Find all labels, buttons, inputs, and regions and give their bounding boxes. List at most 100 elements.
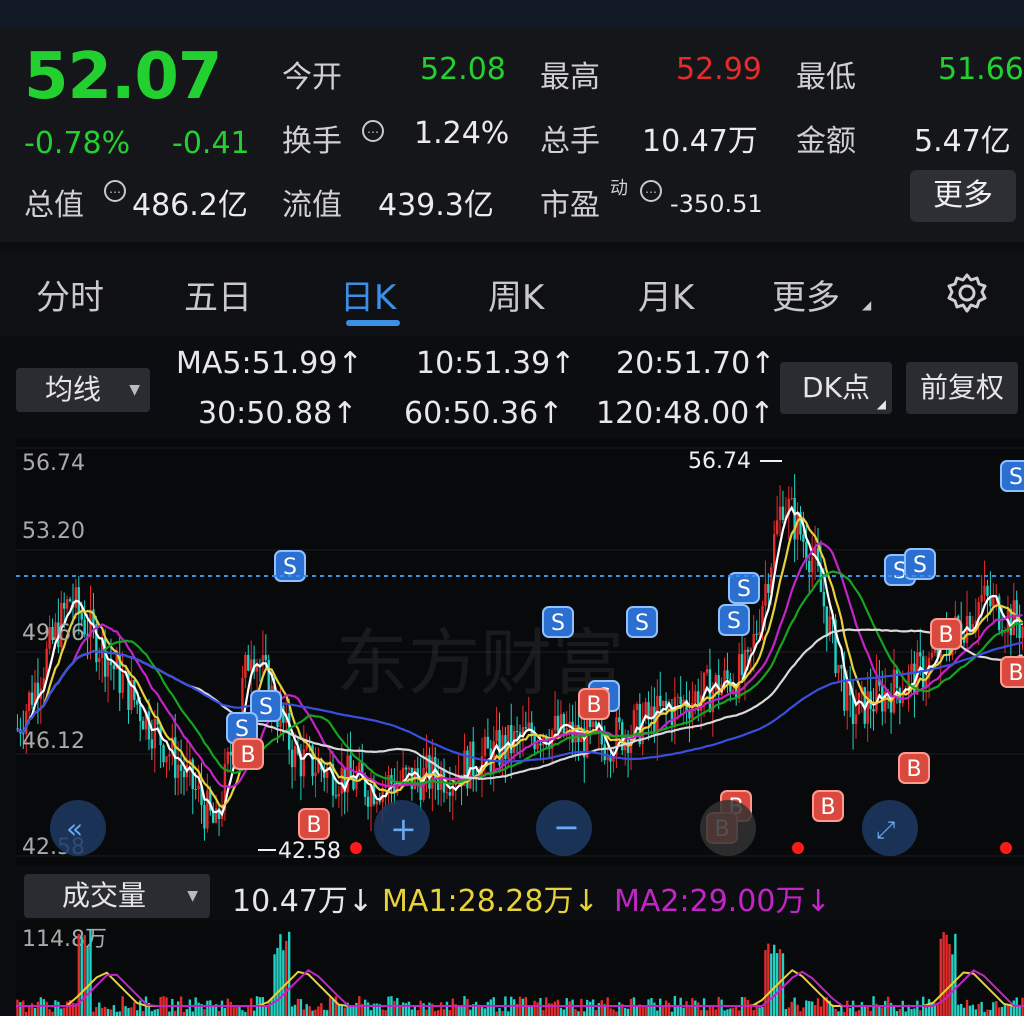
- tab-weekly-k[interactable]: 周K: [488, 270, 544, 319]
- event-dot: [1000, 842, 1012, 854]
- volume-bar: [720, 999, 723, 1016]
- plus-icon: +: [390, 810, 417, 848]
- candle-body: [366, 796, 370, 807]
- dk-point-button[interactable]: DK点 ◢: [780, 362, 892, 414]
- candle-body: [425, 755, 428, 768]
- volume-bar: [688, 1007, 691, 1016]
- chart-tool-button[interactable]: [700, 800, 756, 856]
- indicator-selector-label: 成交量: [61, 879, 146, 912]
- volume-bar: [761, 1006, 764, 1016]
- volume-bar: [171, 998, 174, 1016]
- candle-body: [524, 727, 528, 729]
- ma-selector-dropdown[interactable]: 均线 ▼: [16, 368, 150, 412]
- candle-body: [930, 652, 934, 658]
- info-icon[interactable]: …: [640, 180, 662, 202]
- svg-text:S: S: [913, 553, 927, 578]
- quote-panel: 52.07 -0.78% -0.41 今开 52.08 最高 52.99 最低 …: [0, 28, 1024, 242]
- info-icon[interactable]: …: [104, 180, 126, 202]
- volume-bar: [664, 1000, 668, 1016]
- candle-body: [448, 792, 452, 796]
- kline-chart[interactable]: 东方财富 SSSSSSSSSSSBBBBBBBBB 56.74 53.20 49…: [16, 438, 1024, 866]
- candle-body: [179, 764, 183, 771]
- candle-body: [591, 721, 595, 727]
- period-tabs: 分时 五日 日K 周K 月K 更多 ◢: [0, 252, 1024, 336]
- last-price: 52.07: [24, 40, 222, 114]
- volume-bar: [220, 1000, 224, 1016]
- volume-bar: [384, 1010, 387, 1016]
- volume-bar: [285, 940, 288, 1016]
- volume-bar: [320, 1003, 323, 1016]
- volume-bar: [723, 1010, 726, 1016]
- candle-body: [337, 793, 341, 797]
- volume-bar: [112, 1005, 116, 1016]
- candle-body: [515, 731, 519, 733]
- tab-monthly-k[interactable]: 月K: [638, 270, 694, 319]
- candle-body: [810, 556, 814, 573]
- volume-bar: [542, 1010, 545, 1016]
- ma-legend-bar: 均线 ▼ MA5:51.99↑ 10:51.39↑ 20:51.70↑ 30:5…: [0, 338, 1024, 438]
- volume-bar: [667, 1002, 671, 1016]
- dropdown-triangle-icon: ◢: [876, 397, 886, 411]
- volume-bar: [273, 954, 276, 1016]
- tab-more[interactable]: 更多: [772, 270, 840, 319]
- tab-intraday[interactable]: 分时: [36, 270, 104, 319]
- volume-bar: [843, 1011, 846, 1016]
- volume-bar: [1003, 1005, 1007, 1016]
- volume-bar: [948, 943, 951, 1016]
- indicator-selector-dropdown[interactable]: 成交量 ▼: [24, 874, 210, 918]
- tab-daily-k[interactable]: 日K: [340, 270, 396, 319]
- candle-body: [150, 739, 154, 749]
- candle-body: [676, 696, 679, 698]
- volume-bar: [252, 1010, 256, 1016]
- sell-marker: S: [718, 604, 750, 636]
- low-value: 51.66: [938, 52, 1024, 87]
- volume-bar: [758, 1007, 761, 1016]
- candle-body: [986, 585, 989, 596]
- status-strip: [0, 0, 1024, 28]
- candle-body: [445, 792, 449, 794]
- volume-bar: [451, 998, 454, 1016]
- volume-bar: [141, 1011, 145, 1016]
- candle-body: [436, 779, 440, 790]
- info-icon[interactable]: …: [362, 120, 384, 142]
- volume-bar: [997, 1007, 1001, 1016]
- tab-five-day[interactable]: 五日: [184, 270, 252, 319]
- volume-bar: [501, 1011, 504, 1016]
- candle-body: [136, 700, 139, 705]
- candle-body: [387, 774, 390, 786]
- volume-bar: [729, 1008, 732, 1016]
- volume-bar: [565, 998, 568, 1016]
- volume-bar: [293, 1004, 297, 1016]
- volume-bar: [594, 1010, 598, 1016]
- volume-bar: [98, 1002, 101, 1016]
- volume-bar: [770, 953, 773, 1016]
- candle-body: [247, 654, 250, 671]
- active-tab-indicator: [346, 320, 400, 326]
- forward-adjust-button[interactable]: 前复权: [906, 362, 1018, 414]
- candle-body: [638, 703, 641, 745]
- candle-body: [74, 587, 78, 608]
- volume-bar: [36, 1001, 40, 1016]
- volume-bar: [971, 1004, 975, 1016]
- high-label: 最高: [540, 60, 600, 95]
- change-percent: -0.78%: [24, 126, 131, 161]
- candle-body: [293, 746, 297, 768]
- candle-body: [98, 657, 101, 663]
- chevron-down-icon: ▼: [129, 382, 140, 398]
- volume-bar: [156, 1008, 159, 1016]
- volume-bar: [469, 1009, 472, 1016]
- candle-body: [790, 497, 793, 499]
- volume-bar: [185, 1009, 189, 1016]
- candle-body: [635, 703, 639, 710]
- more-quote-button[interactable]: 更多: [910, 170, 1016, 222]
- volume-bar: [583, 1011, 586, 1016]
- volume-bar: [527, 1005, 530, 1016]
- volume-bar: [212, 1006, 215, 1016]
- candle-body: [837, 665, 840, 674]
- volume-bar: [466, 999, 469, 1016]
- volume-bar: [188, 999, 192, 1016]
- volume-bar: [661, 1006, 665, 1016]
- settings-gear-icon[interactable]: [944, 270, 990, 316]
- candle-body: [740, 654, 744, 676]
- volume-bar: [276, 947, 279, 1016]
